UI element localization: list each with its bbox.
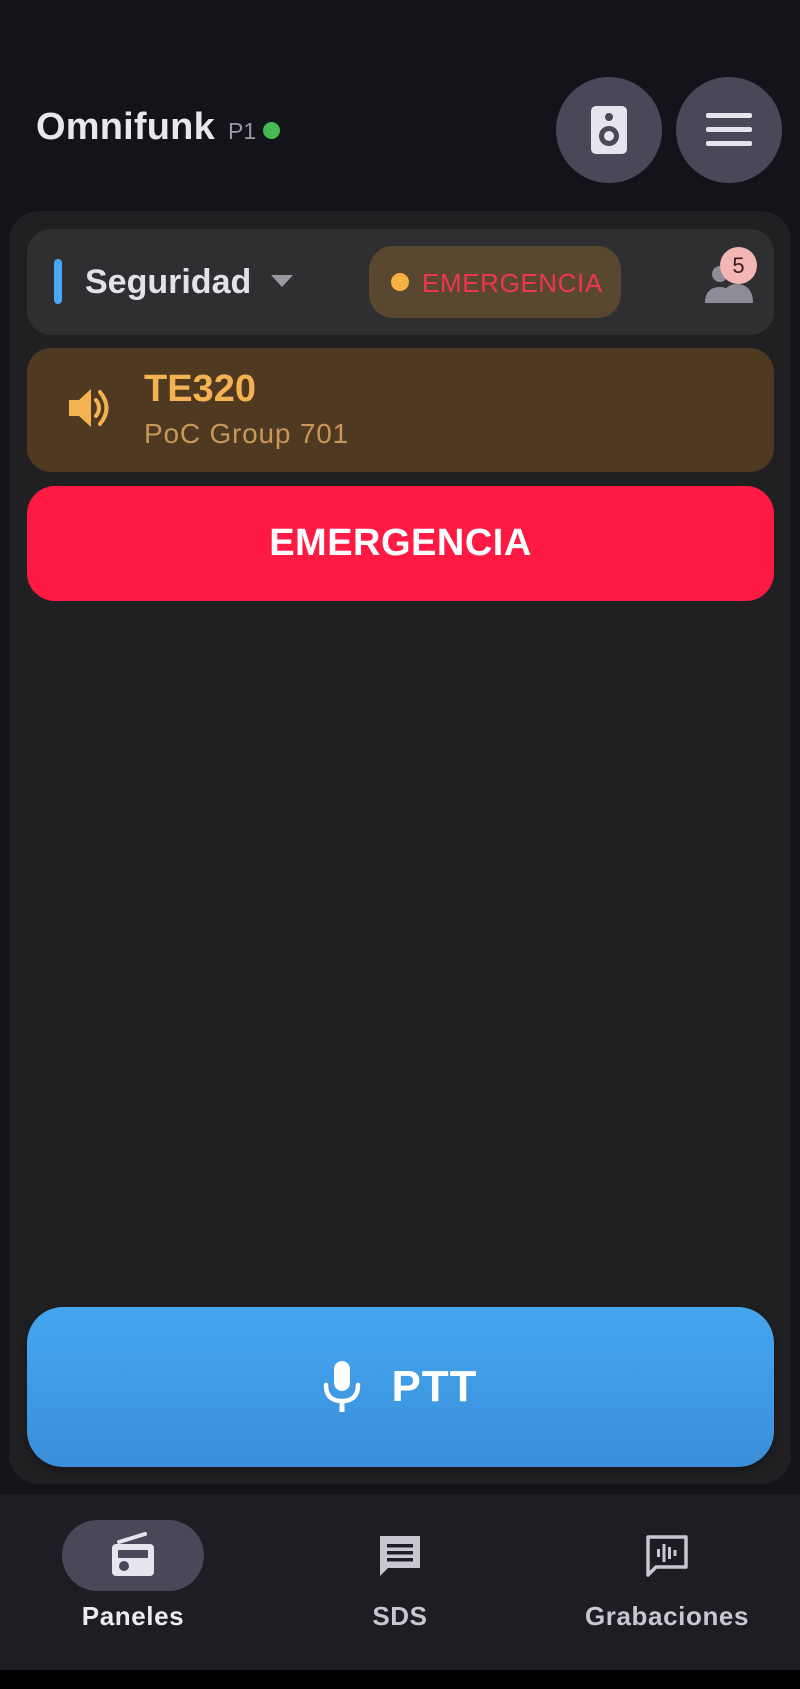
main-panel: Seguridad EMERGENCIA 5 TE320 PoC Group 7… xyxy=(9,211,791,1484)
top-bar: Omnifunk P1 xyxy=(0,0,800,210)
app-title: Omnifunk xyxy=(36,106,215,148)
nav-tab-grabaciones[interactable]: Grabaciones xyxy=(534,1494,800,1670)
nav-label: SDS xyxy=(372,1601,428,1631)
profile-label: P1 xyxy=(228,118,257,144)
emergency-button[interactable]: EMERGENCIA xyxy=(27,486,774,601)
nav-active-indicator xyxy=(62,1520,204,1591)
channel-name: TE320 xyxy=(144,368,256,410)
bottom-navigation: Paneles SDS Grabaciones xyxy=(0,1494,800,1670)
emergency-status-dot xyxy=(391,273,409,291)
members-count-badge: 5 xyxy=(720,247,757,284)
nav-tab-sds[interactable]: SDS xyxy=(267,1494,533,1670)
speaker-button[interactable] xyxy=(556,77,662,183)
nav-label: Paneles xyxy=(81,1601,185,1631)
connection-status-dot xyxy=(263,122,280,139)
menu-icon xyxy=(706,113,752,146)
voice-message-icon xyxy=(646,1534,688,1577)
emergency-chip-label: EMERGENCIA xyxy=(422,268,603,298)
microphone-icon xyxy=(324,1361,361,1412)
ptt-button[interactable]: PTT xyxy=(27,1307,774,1467)
system-gesture-bar xyxy=(0,1670,800,1689)
active-channel-card[interactable]: TE320 PoC Group 701 xyxy=(27,348,774,472)
emergency-status-chip[interactable]: EMERGENCIA xyxy=(369,246,621,318)
group-dropdown[interactable]: Seguridad xyxy=(85,263,251,302)
ptt-label: PTT xyxy=(391,1362,478,1411)
radio-icon xyxy=(112,1531,154,1576)
app-screen: Omnifunk P1 Seguridad EMERGENCIA 5 TE320… xyxy=(0,0,800,1689)
nav-label: Grabaciones xyxy=(584,1601,750,1631)
speaker-icon xyxy=(591,106,627,154)
channel-group-label: PoC Group 701 xyxy=(144,418,349,449)
message-icon xyxy=(380,1535,420,1576)
chevron-down-icon[interactable] xyxy=(271,275,293,287)
nav-tab-paneles[interactable]: Paneles xyxy=(0,1494,266,1670)
menu-button[interactable] xyxy=(676,77,782,183)
group-accent-line xyxy=(54,259,62,304)
volume-icon xyxy=(69,389,109,427)
